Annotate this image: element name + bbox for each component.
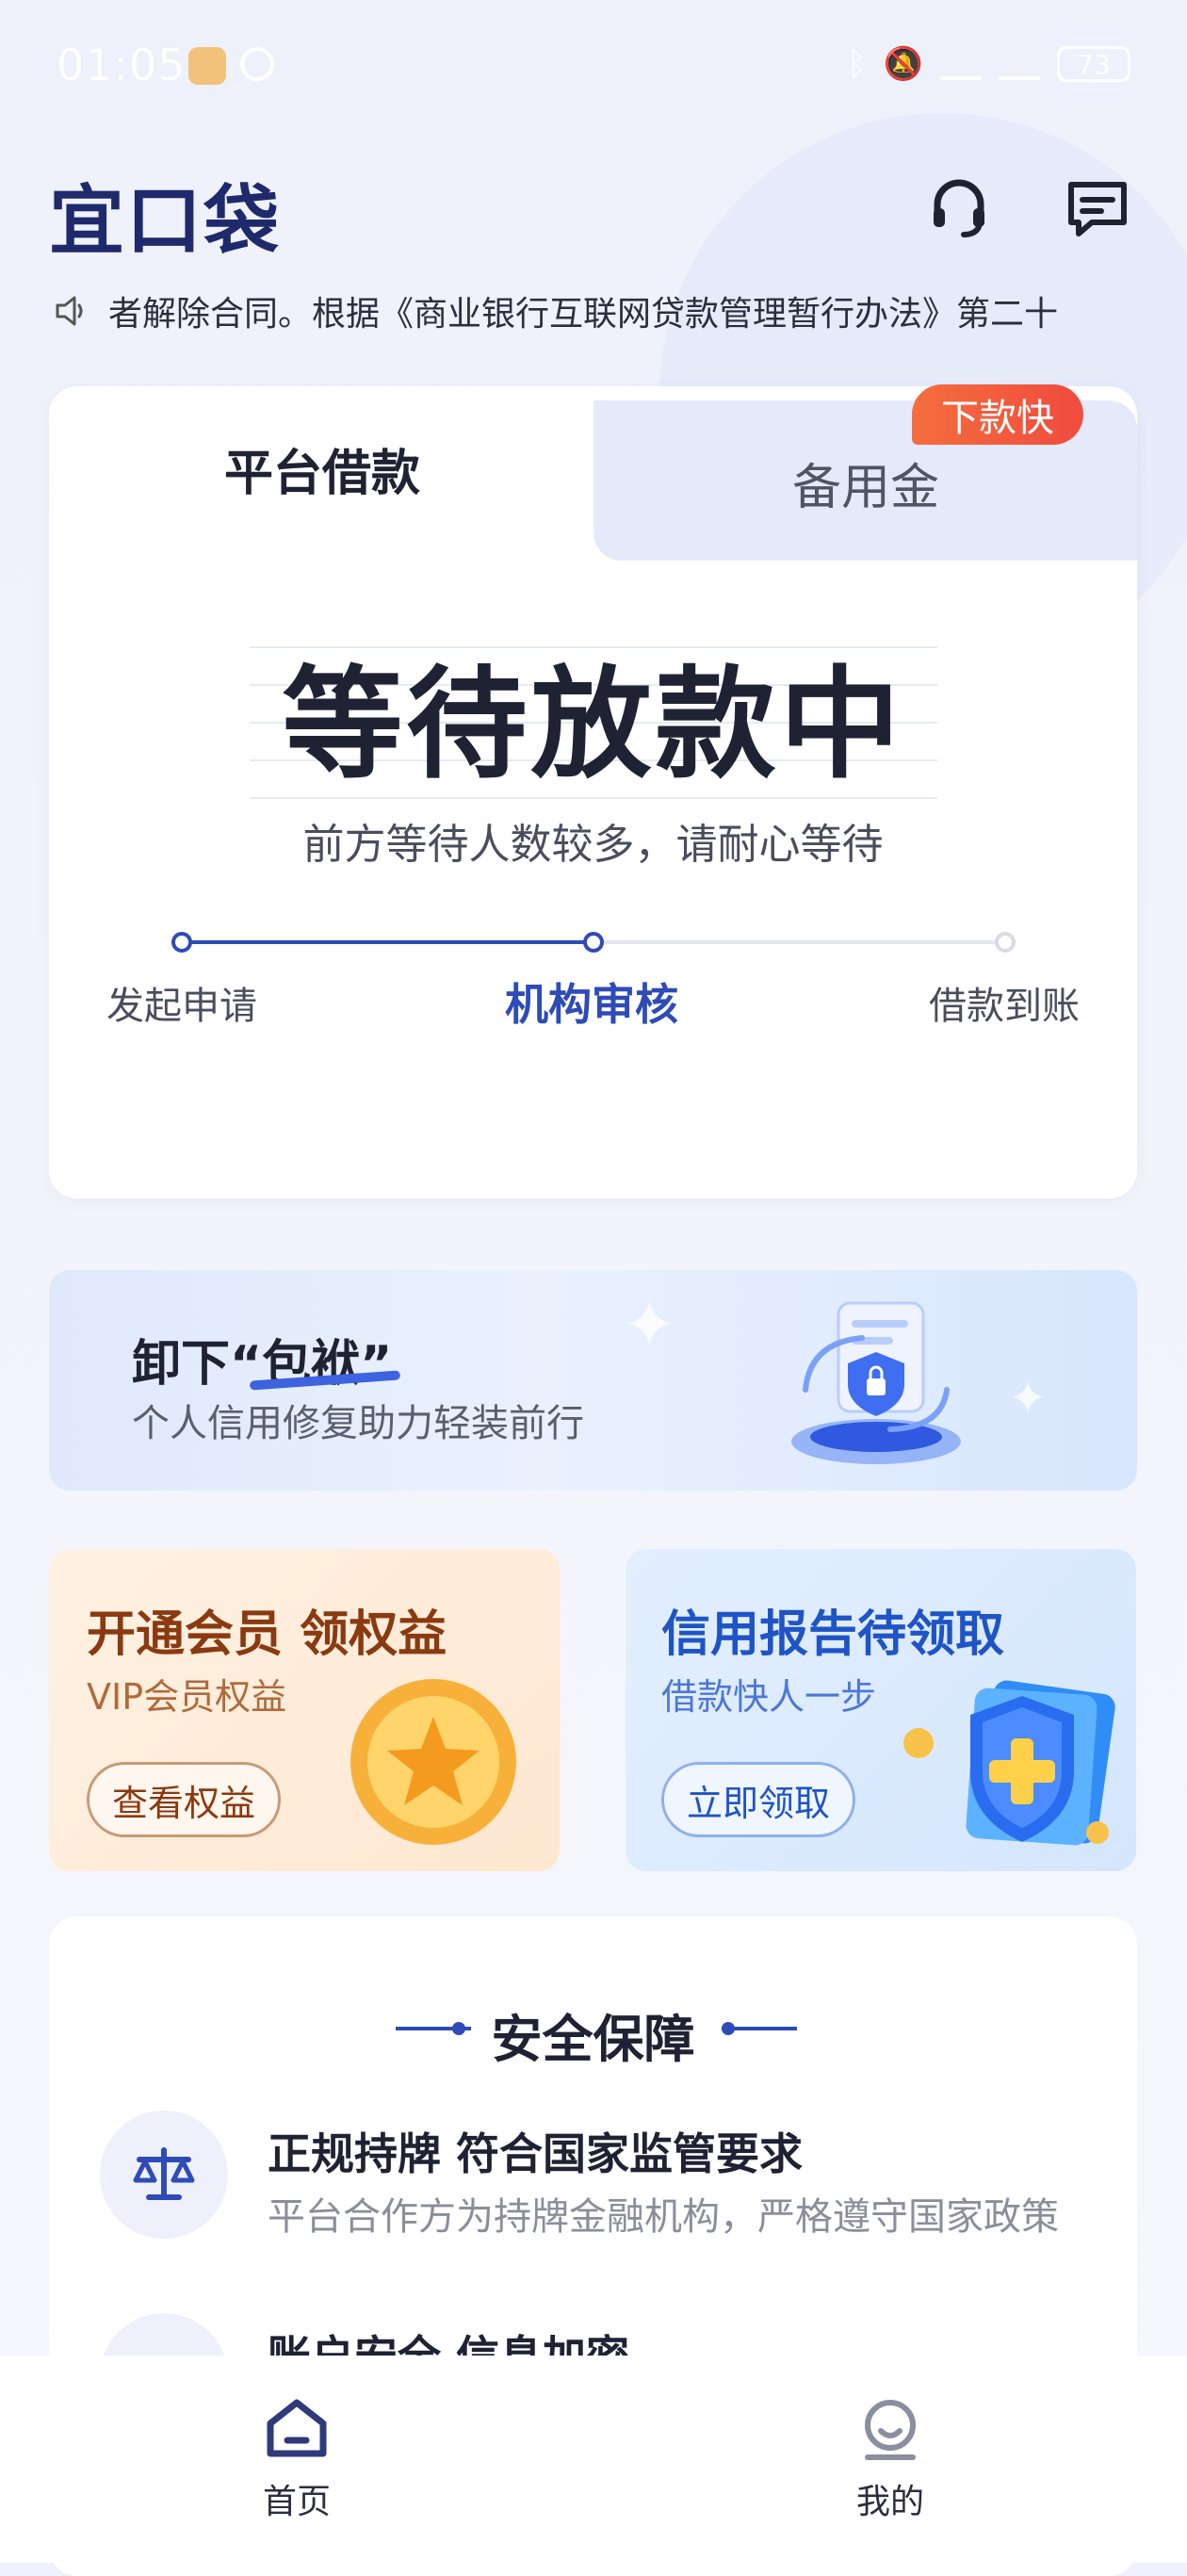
security-title: 安全保障: [491, 2010, 695, 2069]
tab-platform-loan[interactable]: 平台借款: [49, 433, 595, 504]
bluetooth-icon: ᛒ: [847, 45, 867, 83]
sparkle-icon: ✦: [1008, 1371, 1048, 1426]
profile-icon: [865, 2400, 916, 2460]
bottom-navigation: [0, 2356, 1187, 2563]
status-time: 01:05: [57, 40, 187, 90]
message-icon[interactable]: [1060, 171, 1135, 247]
loan-status-title: 等待放款中: [282, 655, 904, 795]
nav-home-label: 首页: [262, 2483, 331, 2521]
balance-scale-icon: [100, 2111, 228, 2239]
signal-icon: [940, 48, 982, 80]
sparkle-icon: ✦: [622, 1286, 677, 1363]
home-icon: [267, 2399, 327, 2457]
app-logo: 宜口袋: [49, 177, 281, 265]
tab-backup-fund-label[interactable]: 备用金: [594, 448, 1138, 518]
step-dot-apply: [171, 932, 192, 953]
signal-icon: [999, 48, 1040, 80]
step-label-review: 机构审核: [505, 979, 678, 1030]
battery-icon: 73: [1057, 46, 1130, 82]
step-label-arrival: 借款到账: [929, 985, 1080, 1028]
claim-now-button[interactable]: 立即领取: [661, 1762, 856, 1837]
vip-card-title: 开通会员 领权益: [87, 1606, 447, 1663]
loan-status-subtitle: 前方等待人数较多，请耐心等待: [302, 821, 884, 869]
banner-subtitle: 个人信用修复助力轻装前行: [132, 1402, 584, 1445]
star-coin-icon: [339, 1668, 528, 1856]
step-dot-review: [583, 932, 604, 953]
shield-document-icon: [772, 1286, 980, 1475]
status-icons: ᛒ 🔕 73: [847, 45, 1130, 83]
customer-service-icon[interactable]: [921, 171, 997, 247]
step-label-apply: 发起申请: [106, 985, 257, 1028]
nav-mine-label: 我的: [855, 2483, 924, 2521]
security-item-title: 正规持牌 符合国家监管要求: [268, 2128, 804, 2179]
nav-mine[interactable]: 我的: [796, 2393, 984, 2523]
notice-bar[interactable]: 者解除合同。根据《商业银行互联网贷款管理暂行办法》第二十: [52, 283, 1135, 339]
credit-card-title: 信用报告待领取: [661, 1606, 1005, 1663]
mute-icon: 🔕: [883, 45, 923, 83]
speaker-icon: [56, 296, 83, 326]
view-benefits-button[interactable]: 查看权益: [87, 1762, 282, 1837]
shield-plus-icon: [881, 1668, 1135, 1866]
app-notification-icon: [188, 47, 226, 85]
credit-card-subtitle: 借款快人一步: [661, 1676, 877, 1718]
fast-loan-badge: 下款快: [912, 384, 1083, 445]
progress-fill: [182, 940, 594, 944]
alarm-icon: [240, 47, 274, 81]
security-title-decoration-right: [722, 2027, 797, 2030]
notice-text: 者解除合同。根据《商业银行互联网贷款管理暂行办法》第二十: [108, 295, 1059, 334]
step-dot-arrival: [995, 932, 1016, 953]
nav-home[interactable]: 首页: [203, 2393, 391, 2523]
security-item-desc: 平台合作方为持牌金融机构，严格遵守国家政策: [268, 2195, 1059, 2239]
vip-card-subtitle: VIP会员权益: [87, 1676, 287, 1718]
